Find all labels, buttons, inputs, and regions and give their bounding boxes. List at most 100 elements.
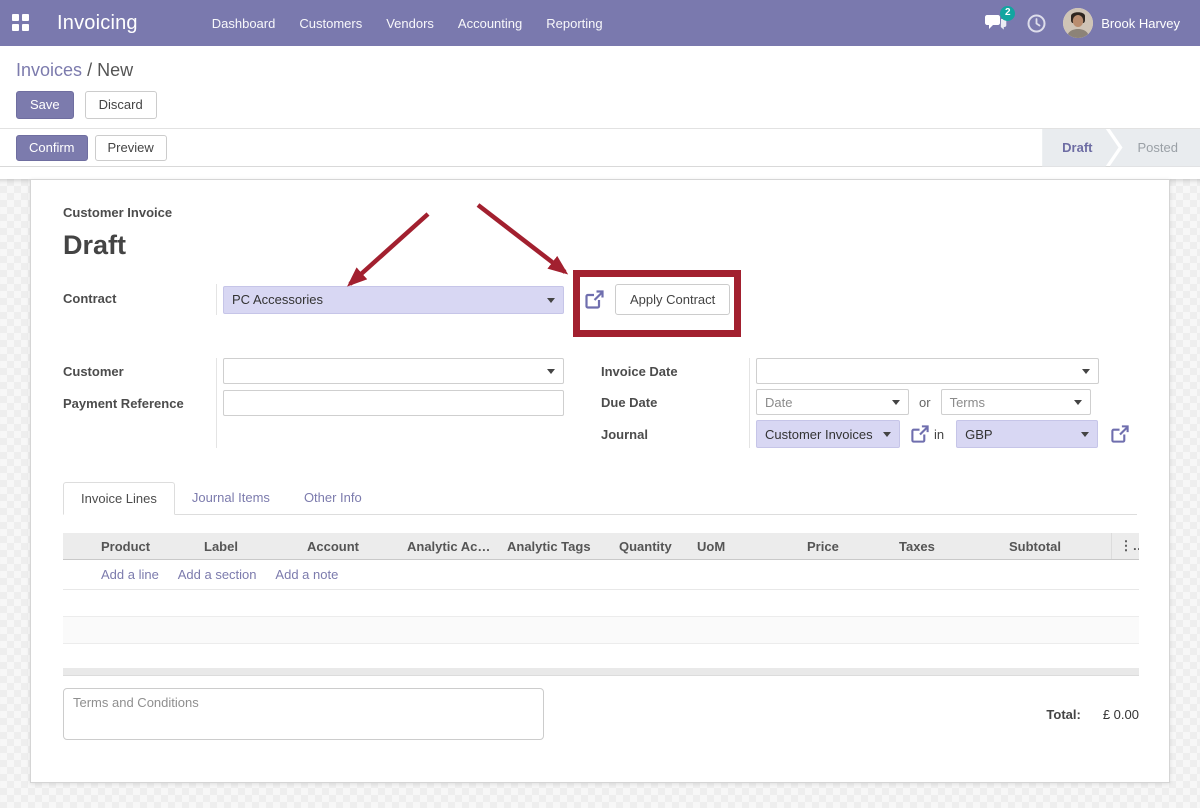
optional-columns-icon[interactable]: ⋮ xyxy=(1111,533,1139,560)
tab-invoice-lines[interactable]: Invoice Lines xyxy=(63,482,175,515)
tab-other-info[interactable]: Other Info xyxy=(287,482,379,515)
notebook-tabs: Invoice Lines Journal Items Other Info xyxy=(63,482,1137,515)
empty-row xyxy=(63,644,1139,668)
table-footer-bar xyxy=(63,668,1139,676)
external-link-icon xyxy=(1110,424,1130,444)
payment-reference-input[interactable] xyxy=(223,390,564,416)
external-link-icon xyxy=(910,424,930,444)
due-date-placeholder: Date xyxy=(765,395,792,410)
terms-and-conditions-textarea[interactable] xyxy=(63,688,544,740)
contract-select[interactable]: PC Accessories xyxy=(223,286,564,314)
journal-row: Customer Invoices in GBP xyxy=(756,420,1130,448)
dropdown-caret-icon xyxy=(892,400,900,405)
menu-customers[interactable]: Customers xyxy=(287,2,374,45)
invoice-form-sheet: Customer Invoice Draft Contract PC Acces… xyxy=(30,179,1170,783)
invoice-state-title: Draft xyxy=(63,228,1137,262)
dropdown-caret-icon xyxy=(883,432,891,437)
control-panel: Invoices / New Save Discard xyxy=(0,46,1200,129)
payment-terms-select[interactable]: Terms xyxy=(941,389,1091,415)
confirm-button[interactable]: Confirm xyxy=(16,135,88,161)
col-quantity: Quantity xyxy=(611,533,689,560)
table-header-row: Product Label Account Analytic Acc... An… xyxy=(63,533,1139,560)
activities-clock-icon[interactable] xyxy=(1023,10,1049,36)
invoice-date-label: Invoice Date xyxy=(601,358,749,384)
save-button[interactable]: Save xyxy=(16,91,74,119)
customer-select[interactable] xyxy=(223,358,564,384)
contract-field-cell: PC Accessories Apply Contract xyxy=(216,284,730,315)
breadcrumb-invoices-link[interactable]: Invoices xyxy=(16,60,82,80)
dropdown-caret-icon xyxy=(1074,400,1082,405)
journal-label: Journal xyxy=(601,420,749,448)
invoice-date-select[interactable] xyxy=(756,358,1099,384)
add-a-note-link[interactable]: Add a note xyxy=(275,567,338,582)
document-type-label: Customer Invoice xyxy=(63,205,1137,220)
apps-grid-square xyxy=(22,24,29,31)
in-label: in xyxy=(934,427,944,442)
currency-external-link-icon[interactable] xyxy=(1110,424,1130,444)
col-uom: UoM xyxy=(689,533,799,560)
main-menu: Dashboard Customers Vendors Accounting R… xyxy=(200,2,615,45)
invoice-lines-table: Product Label Account Analytic Acc... An… xyxy=(63,533,1139,676)
col-product: Product xyxy=(93,533,196,560)
invoice-date-row xyxy=(756,358,1130,384)
right-field-group: Invoice Date Due Date Journal Date xyxy=(601,358,1130,448)
apps-grid-square xyxy=(12,24,19,31)
menu-reporting[interactable]: Reporting xyxy=(534,2,614,45)
stripe-row xyxy=(63,617,1139,644)
col-price: Price xyxy=(799,533,891,560)
col-analytic-account: Analytic Acc... xyxy=(399,533,499,560)
menu-vendors[interactable]: Vendors xyxy=(374,2,446,45)
total-label: Total: xyxy=(1046,707,1080,740)
col-subtotal: Subtotal xyxy=(1001,533,1111,560)
journal-select[interactable]: Customer Invoices xyxy=(756,420,900,448)
empty-row xyxy=(63,590,1139,617)
due-date-label: Due Date xyxy=(601,389,749,415)
dropdown-caret-icon xyxy=(1081,432,1089,437)
due-date-select[interactable]: Date xyxy=(756,389,909,415)
clock-icon xyxy=(1027,14,1046,33)
app-title[interactable]: Invoicing xyxy=(57,12,138,35)
user-menu[interactable]: Brook Harvey xyxy=(1063,8,1180,38)
apps-grid-square xyxy=(22,14,29,21)
dropdown-caret-icon xyxy=(547,369,555,374)
contract-value: PC Accessories xyxy=(232,292,323,307)
apps-grid-square xyxy=(12,14,19,21)
messages-count-badge: 2 xyxy=(1000,6,1015,21)
col-taxes: Taxes xyxy=(891,533,1001,560)
row-handle-column xyxy=(63,533,93,560)
currency-select[interactable]: GBP xyxy=(956,420,1098,448)
breadcrumb-separator: / xyxy=(87,60,92,80)
left-field-group: Customer Payment Reference xyxy=(63,358,564,448)
top-navbar: Invoicing Dashboard Customers Vendors Ac… xyxy=(0,0,1200,46)
payment-reference-row xyxy=(223,390,564,416)
terms-placeholder: Terms xyxy=(950,395,985,410)
user-avatar xyxy=(1063,8,1093,38)
state-draft[interactable]: Draft xyxy=(1042,129,1118,167)
apps-menu-icon[interactable] xyxy=(12,14,30,32)
right-group-fields: Date or Terms Customer Invoices xyxy=(749,358,1130,448)
discard-button[interactable]: Discard xyxy=(85,91,157,119)
external-link-icon xyxy=(584,289,605,310)
contract-field-row: Contract PC Accessories Apply Contract xyxy=(63,284,1137,312)
breadcrumb-current: New xyxy=(97,60,133,80)
journal-value: Customer Invoices xyxy=(765,427,873,442)
menu-accounting[interactable]: Accounting xyxy=(446,2,534,45)
form-field-groups: Customer Payment Reference xyxy=(63,358,1137,448)
form-statusbar: Confirm Preview Draft Posted xyxy=(0,129,1200,167)
add-a-line-link[interactable]: Add a line xyxy=(101,567,159,582)
journal-external-link-icon[interactable] xyxy=(910,424,930,444)
contract-label: Contract xyxy=(63,284,216,306)
contract-external-link-icon[interactable] xyxy=(584,289,605,310)
breadcrumb: Invoices / New xyxy=(16,60,1184,81)
left-group-labels: Customer Payment Reference xyxy=(63,358,216,448)
preview-button[interactable]: Preview xyxy=(95,135,167,161)
apply-contract-button[interactable]: Apply Contract xyxy=(615,284,730,315)
state-posted[interactable]: Posted xyxy=(1110,129,1200,167)
record-buttons: Save Discard xyxy=(16,91,1184,119)
menu-dashboard[interactable]: Dashboard xyxy=(200,2,288,45)
messages-icon[interactable]: 2 xyxy=(983,10,1009,36)
due-date-row: Date or Terms xyxy=(756,389,1130,415)
payment-reference-label: Payment Reference xyxy=(63,390,216,416)
tab-journal-items[interactable]: Journal Items xyxy=(175,482,287,515)
add-a-section-link[interactable]: Add a section xyxy=(178,567,257,582)
